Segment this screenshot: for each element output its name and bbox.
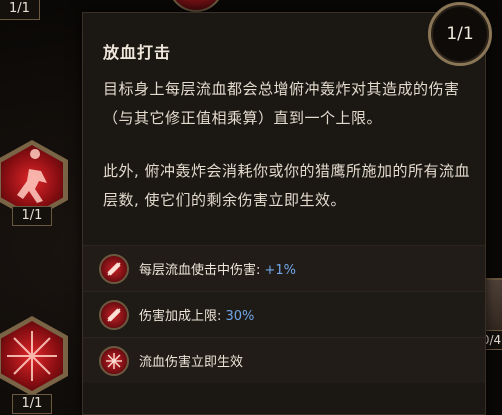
effects-list: 每层流血使击中伤害: +1% 伤害加成上限: 30% 流血伤害立即生效	[83, 245, 485, 383]
tooltip-title: 放血打击	[103, 43, 172, 62]
effect-row: 伤害加成上限: 30%	[83, 291, 485, 337]
effect-row: 流血伤害立即生效	[83, 337, 485, 383]
description-paragraph-1: 目标身上每层流血都会总增俯冲轰炸对其造成的伤害（与其它修正值相乘算）直到一个上限…	[103, 80, 460, 127]
bleed-icon	[99, 299, 129, 330]
effect-label: 流血伤害立即生效	[139, 355, 244, 370]
description-paragraph-2: 此外, 俯冲轰炸会消耗你或你的猎鹰所施加的所有流血层数, 使它们的剩余伤害立即生…	[103, 162, 471, 209]
skill-counter-top: 1/1	[0, 0, 40, 20]
effect-value: 30%	[225, 309, 255, 324]
effect-text: 每层流血使击中伤害: +1%	[139, 259, 296, 278]
effect-row: 每层流血使击中伤害: +1%	[83, 245, 485, 291]
effect-label: 每层流血使击中伤害:	[139, 263, 265, 278]
rank-badge: 1/1	[428, 2, 492, 66]
effect-label: 伤害加成上限:	[139, 309, 226, 324]
effect-value: +1%	[264, 263, 297, 278]
burst-icon	[99, 345, 129, 376]
bleed-icon	[99, 253, 129, 284]
skill-counter-left-1: 1/1	[12, 206, 52, 226]
skill-tooltip: 放血打击 目标身上每层流血都会总增俯冲轰炸对其造成的伤害（与其它修正值相乘算）直…	[82, 12, 486, 415]
effect-text: 流血伤害立即生效	[139, 351, 243, 370]
skill-counter-left-2: 1/1	[12, 394, 52, 414]
effect-text: 伤害加成上限: 30%	[139, 305, 254, 324]
skill-node-left-2[interactable]	[0, 316, 68, 396]
tooltip-description: 目标身上每层流血都会总增俯冲轰炸对其造成的伤害（与其它修正值相乘算）直到一个上限…	[103, 75, 473, 239]
